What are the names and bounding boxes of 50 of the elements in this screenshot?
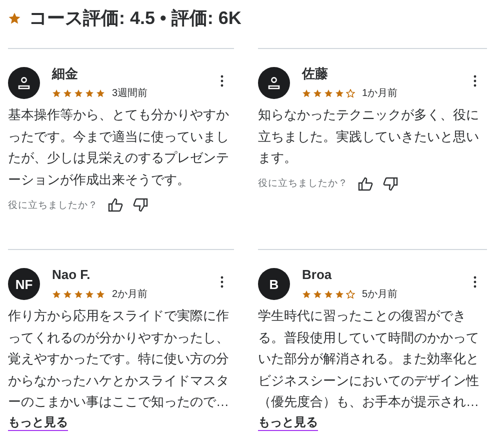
review-text: 学生時代に習ったことの復習ができる。普段使用していて時間のかかっていた部分が解消される。また効率化とビジネスシーンにおいてのデザイン性（優先度合）も、お手本が提示され… xyxy=(258,307,480,411)
thumbs-up-icon[interactable] xyxy=(108,198,123,212)
thumbs-down-icon[interactable] xyxy=(383,176,398,190)
star-icon xyxy=(302,290,311,298)
thumbs-up-icon[interactable] xyxy=(358,176,373,190)
star-icon xyxy=(74,88,83,98)
show-more-link[interactable]: もっと見る xyxy=(258,414,318,430)
review-date: 3週間前 xyxy=(112,87,148,100)
avatar-icon xyxy=(258,67,290,99)
reviewer-name: Broa xyxy=(302,267,332,283)
star-icon xyxy=(335,88,344,98)
more-options-icon[interactable] xyxy=(220,75,224,87)
review-text: 基本操作等から、とても分かりやすかったです。今まで適当に使っていましたが、少しは見栄えのするプレゼンテーションが作成出来そうです。 xyxy=(8,106,230,188)
more-options-icon[interactable] xyxy=(473,276,477,288)
review-date: 1か月前 xyxy=(362,87,398,100)
star-icon xyxy=(8,12,21,24)
star-icon xyxy=(302,88,311,98)
reviewer-name: 佐藤 xyxy=(302,66,328,82)
thumbs-down-icon[interactable] xyxy=(133,198,148,212)
star-icon xyxy=(63,290,72,298)
helpful-prompt: 役に立ちましたか？ xyxy=(8,198,98,212)
star-icon xyxy=(85,290,94,298)
star-icon xyxy=(74,290,83,298)
reviewer-name: 細金 xyxy=(52,66,78,82)
show-more-link[interactable]: もっと見る xyxy=(8,414,68,430)
star-icon xyxy=(313,88,322,98)
star-icon xyxy=(324,290,333,298)
star-icon xyxy=(96,290,105,298)
review-text: 知らなかったテクニックが多く、役に立ちました。実践していきたいと思います。 xyxy=(258,106,480,167)
star-icon xyxy=(85,88,94,98)
empty-star-icon xyxy=(346,290,355,298)
star-icon xyxy=(52,88,61,98)
review-date: 2か月前 xyxy=(112,288,148,301)
review-text: 作り方から応用をスライドで実際に作ってくれるのが分かりやすかったし、覚えやすかったです。特に使い方の分からなかったハケとかスライドマスターのこまかい事はここで知ったので… xyxy=(8,307,230,411)
more-options-icon[interactable] xyxy=(220,276,224,288)
star-icon xyxy=(324,88,333,98)
star-icon xyxy=(96,88,105,98)
helpful-prompt: 役に立ちましたか？ xyxy=(258,177,348,190)
avatar-initials: NF xyxy=(8,268,40,300)
star-icon xyxy=(63,88,72,98)
empty-star-icon xyxy=(346,88,355,98)
reviewer-name: Nao F. xyxy=(52,267,90,283)
star-icon xyxy=(52,290,61,298)
review-date: 5か月前 xyxy=(362,288,398,301)
avatar-icon xyxy=(8,67,40,99)
star-icon xyxy=(335,290,344,298)
avatar-initials: B xyxy=(258,268,290,300)
more-options-icon[interactable] xyxy=(473,75,477,87)
star-icon xyxy=(313,290,322,298)
course-rating-title: コース評価: 4.5 • 評価: 6K xyxy=(29,7,242,30)
